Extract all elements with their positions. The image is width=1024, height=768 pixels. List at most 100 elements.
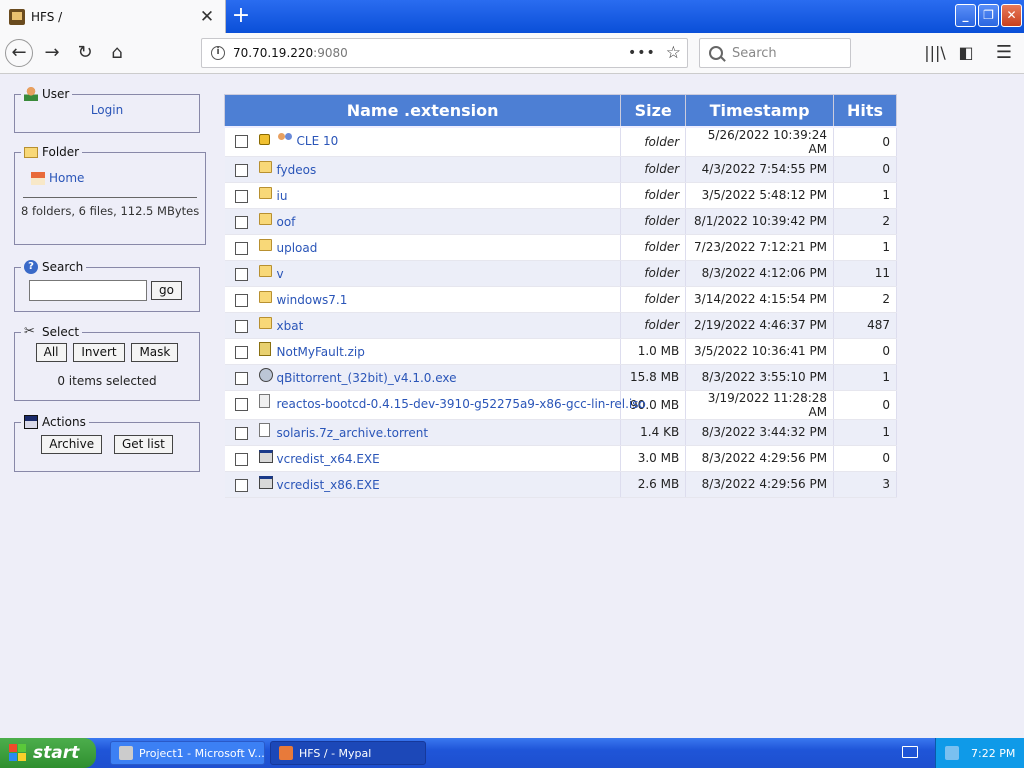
file-link[interactable]: reactos-bootcd-0.4.15-dev-3910-g52275a9-… [277, 397, 646, 411]
forward-arrow-icon[interactable]: → [38, 39, 66, 67]
window-close-button[interactable]: ✕ [1001, 4, 1022, 27]
user-icon [24, 87, 38, 101]
home-icon[interactable]: ⌂ [103, 39, 131, 67]
file-hits-cell: 3 [833, 471, 897, 498]
file-rows: CLE 10 folder 5/26/2022 10:39:24 AM 0 fydeos… [224, 126, 897, 498]
row-checkbox[interactable] [234, 345, 248, 359]
file-link[interactable]: solaris.7z_archive.torrent [277, 426, 429, 440]
new-tab-icon[interactable]: + [228, 4, 254, 30]
window-minimize-button[interactable]: _ [955, 4, 976, 27]
folder-icon [258, 316, 272, 329]
file-link[interactable]: NotMyFault.zip [277, 345, 365, 359]
name-column-header[interactable]: Name .extension [223, 94, 622, 128]
start-button[interactable]: start [0, 738, 96, 768]
page-actions-icon[interactable]: ••• [628, 45, 656, 61]
select-all-button[interactable]: All [35, 343, 67, 362]
file-timestamp-cell: 8/1/2022 10:39:42 PM [685, 208, 835, 235]
row-checkbox[interactable] [234, 319, 248, 333]
url-bar[interactable]: i 70.70.19.220:9080 ••• ☆ [201, 38, 688, 68]
file-link[interactable]: upload [277, 241, 318, 255]
sidebar-toggle-icon[interactable]: ◧ [954, 40, 978, 66]
tab-close-icon[interactable]: ✕ [197, 7, 217, 27]
row-checkbox[interactable] [234, 163, 248, 177]
file-link[interactable]: iu [277, 189, 288, 203]
bookmark-star-icon[interactable]: ☆ [666, 43, 681, 63]
row-checkbox[interactable] [234, 426, 248, 440]
site-info-icon[interactable]: i [211, 46, 225, 60]
table-row: iu folder 3/5/2022 5:48:12 PM 1 [224, 182, 897, 209]
taskbar-item-hfs-mypal[interactable]: HFS / - Mypal [270, 741, 426, 765]
file-link[interactable]: fydeos [277, 163, 317, 177]
table-row: fydeos folder 4/3/2022 7:54:55 PM 0 [224, 156, 897, 183]
file-hits-cell: 1 [833, 419, 897, 446]
invert-selection-button[interactable]: Invert [73, 343, 125, 362]
row-checkbox[interactable] [234, 371, 248, 385]
actions-panel: Actions Archive Get list [14, 415, 200, 472]
file-hits-cell: 0 [833, 390, 897, 420]
file-search-input[interactable] [29, 280, 147, 301]
table-row: vcredist_x64.EXE 3.0 MB 8/3/2022 4:29:56 P… [224, 445, 897, 472]
search-legend: Search [42, 260, 84, 274]
mask-button[interactable]: Mask [131, 343, 179, 362]
size-column-header[interactable]: Size [620, 94, 687, 128]
file-hits-cell: 11 [833, 260, 897, 287]
window-restore-button[interactable]: ❐ [978, 4, 999, 27]
file-link[interactable]: xbat [277, 319, 304, 333]
file-name-cell: windows7.1 [224, 286, 622, 313]
browser-tab[interactable]: HFS / ✕ [0, 0, 226, 33]
file-timestamp-cell: 2/19/2022 4:46:37 PM [685, 312, 835, 339]
file-name-cell: NotMyFault.zip [224, 338, 622, 365]
file-link[interactable]: v [277, 267, 284, 281]
selection-status: 0 items selected [57, 374, 157, 388]
tray-app-icon[interactable] [945, 746, 959, 760]
file-name-cell: vcredist_x64.EXE [224, 445, 622, 472]
row-checkbox[interactable] [234, 267, 248, 281]
file-link[interactable]: CLE 10 [297, 134, 339, 148]
row-checkbox[interactable] [234, 478, 248, 492]
row-checkbox[interactable] [234, 397, 248, 411]
home-link[interactable]: Home [49, 171, 84, 185]
library-icon[interactable]: |||\ [922, 40, 948, 66]
taskbar-item-project1[interactable]: Project1 - Microsoft V... [110, 741, 265, 765]
file-link[interactable]: windows7.1 [277, 293, 348, 307]
search-input[interactable] [732, 45, 842, 61]
back-arrow-icon[interactable]: ← [5, 39, 33, 67]
file-list-table: Name .extension Size Timestamp Hits CLE … [223, 94, 897, 498]
keyboard-icon[interactable] [902, 746, 918, 758]
row-checkbox[interactable] [234, 293, 248, 307]
hamburger-menu-icon[interactable]: ☰ [992, 40, 1016, 66]
file-timestamp-cell: 5/26/2022 10:39:24 AM [685, 126, 835, 157]
row-checkbox[interactable] [234, 241, 248, 255]
file-link[interactable]: oof [277, 215, 296, 229]
table-row: v folder 8/3/2022 4:12:06 PM 11 [224, 260, 897, 287]
row-checkbox[interactable] [234, 452, 248, 466]
file-size-cell: 3.0 MB [620, 445, 687, 472]
help-icon: ? [24, 260, 38, 274]
hits-column-header[interactable]: Hits [833, 94, 897, 128]
file-link[interactable]: qBittorrent_(32bit)_v4.1.0.exe [277, 371, 457, 385]
file-timestamp-cell: 4/3/2022 7:54:55 PM [685, 156, 835, 183]
archive-button[interactable]: Archive [41, 435, 103, 454]
row-checkbox[interactable] [234, 134, 248, 148]
get-list-button[interactable]: Get list [113, 435, 173, 454]
go-button[interactable]: go [151, 281, 182, 300]
file-link[interactable]: vcredist_x64.EXE [277, 452, 380, 466]
file-size-cell: folder [620, 286, 687, 313]
windows-logo-icon [9, 744, 27, 762]
file-hits-cell: 1 [833, 234, 897, 261]
file-hits-cell: 0 [833, 156, 897, 183]
folder-divider [23, 197, 198, 198]
login-link[interactable]: Login [91, 103, 123, 117]
timestamp-column-header[interactable]: Timestamp [685, 94, 835, 128]
user-panel: User Login [14, 87, 200, 133]
file-name-cell: iu [224, 182, 622, 209]
system-tray: 7:22 PM [935, 738, 1024, 768]
file-hits-cell: 2 [833, 208, 897, 235]
row-checkbox[interactable] [234, 189, 248, 203]
row-checkbox[interactable] [234, 215, 248, 229]
file-link[interactable]: vcredist_x86.EXE [277, 478, 380, 492]
folder-icon [258, 186, 272, 199]
reload-icon[interactable]: ↻ [71, 39, 99, 67]
search-bar[interactable] [699, 38, 851, 68]
file-timestamp-cell: 8/3/2022 3:55:10 PM [685, 364, 835, 391]
